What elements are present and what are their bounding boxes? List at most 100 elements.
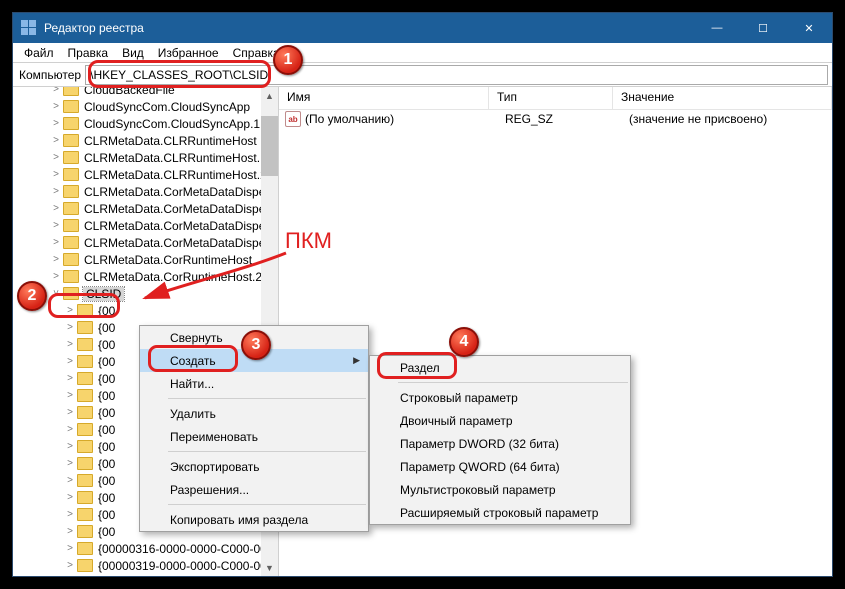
- tree-item[interactable]: >CloudSyncCom.CloudSyncApp: [13, 98, 278, 115]
- context-submenu-new: Раздел Строковый параметрДвоичный парамет…: [369, 355, 631, 525]
- expand-icon[interactable]: >: [63, 305, 77, 316]
- menubar: Файл Правка Вид Избранное Справка: [13, 43, 832, 63]
- col-value[interactable]: Значение: [613, 87, 832, 109]
- tree-item[interactable]: > CLRMetaData.CorRuntimeHost.2: [13, 268, 278, 285]
- menu-item[interactable]: Переименовать: [140, 425, 368, 448]
- value-type: REG_SZ: [505, 112, 629, 126]
- scroll-thumb[interactable]: [261, 116, 278, 176]
- tree-item[interactable]: >CloudBackedFile: [13, 87, 278, 98]
- expand-icon[interactable]: >: [63, 458, 77, 469]
- folder-icon: [77, 508, 93, 521]
- expand-icon[interactable]: >: [49, 118, 63, 129]
- menu-item[interactable]: Параметр DWORD (32 бита): [370, 432, 630, 455]
- expand-icon[interactable]: >: [63, 526, 77, 537]
- menu-item[interactable]: Удалить: [140, 402, 368, 425]
- tree-item[interactable]: >{00000319-0000-0000-C000-00: [13, 557, 278, 574]
- expand-icon[interactable]: >: [49, 254, 63, 265]
- tree-item-label: CLRMetaData.CorRuntimeHost.2: [83, 270, 263, 284]
- tree-item-label: CLRMetaData.CorMetaDataDispe: [83, 236, 266, 250]
- expand-icon[interactable]: >: [49, 203, 63, 214]
- menu-item[interactable]: Строковый параметр: [370, 386, 630, 409]
- list-row[interactable]: ab (По умолчанию) REG_SZ (значение не пр…: [279, 110, 832, 128]
- minimize-button[interactable]: —: [694, 13, 740, 43]
- menu-item[interactable]: Параметр QWORD (64 бита): [370, 455, 630, 478]
- menu-separator: [168, 504, 366, 505]
- folder-icon: [63, 117, 79, 130]
- expand-icon[interactable]: >: [63, 407, 77, 418]
- menu-item[interactable]: Мультистроковый параметр: [370, 478, 630, 501]
- expand-icon[interactable]: >: [49, 135, 63, 146]
- tree-item[interactable]: >CLRMetaData.CLRRuntimeHost.2: [13, 166, 278, 183]
- callout-2: 2: [17, 281, 47, 311]
- menu-file[interactable]: Файл: [17, 44, 61, 62]
- expand-icon[interactable]: >: [63, 390, 77, 401]
- tree-item-label: {00: [97, 355, 116, 369]
- menu-item[interactable]: Экспортировать: [140, 455, 368, 478]
- tree-item[interactable]: ˅ CLSID: [13, 285, 278, 302]
- tree-item[interactable]: >CLRMetaData.CLRRuntimeHost: [13, 132, 278, 149]
- col-type[interactable]: Тип: [489, 87, 613, 109]
- expand-icon[interactable]: >: [63, 339, 77, 350]
- folder-icon: [77, 525, 93, 538]
- tree-item-label: CLRMetaData.CorRuntimeHost: [83, 253, 253, 267]
- expand-icon[interactable]: >: [63, 373, 77, 384]
- tree-item-label: {00: [97, 508, 116, 522]
- folder-icon: [77, 321, 93, 334]
- tree-item[interactable]: >CLRMetaData.CLRRuntimeHost.1: [13, 149, 278, 166]
- menu-item[interactable]: Расширяемый строковый параметр: [370, 501, 630, 524]
- tree-item[interactable]: > CLRMetaData.CorMetaDataDispe: [13, 217, 278, 234]
- scroll-up-icon[interactable]: ▲: [261, 87, 278, 104]
- folder-icon: [63, 236, 79, 249]
- titlebar: Редактор реестра — ☐ ✕: [13, 13, 832, 43]
- tree-item[interactable]: >{00: [13, 302, 278, 319]
- tree-item[interactable]: >CLRMetaData.CorMetaDataDispe: [13, 200, 278, 217]
- tree-item[interactable]: >{00000316-0000-0000-C000-00: [13, 540, 278, 557]
- string-value-icon: ab: [285, 111, 301, 127]
- expand-icon[interactable]: >: [63, 424, 77, 435]
- maximize-button[interactable]: ☐: [740, 13, 786, 43]
- scroll-down-icon[interactable]: ▼: [261, 559, 278, 576]
- expand-icon[interactable]: >: [49, 271, 63, 282]
- expand-icon[interactable]: >: [63, 356, 77, 367]
- expand-icon[interactable]: >: [49, 101, 63, 112]
- tree-item[interactable]: >CLRMetaData.CorMetaDataDispe: [13, 183, 278, 200]
- tree-item[interactable]: > CLRMetaData.CorMetaDataDispe: [13, 234, 278, 251]
- menu-item[interactable]: Раздел: [370, 356, 630, 379]
- folder-icon: [77, 457, 93, 470]
- expand-icon[interactable]: >: [63, 322, 77, 333]
- menu-item[interactable]: Двоичный параметр: [370, 409, 630, 432]
- col-name[interactable]: Имя: [279, 87, 489, 109]
- expand-icon[interactable]: >: [63, 509, 77, 520]
- folder-icon: [63, 219, 79, 232]
- menu-item[interactable]: Найти...: [140, 372, 368, 395]
- expand-icon[interactable]: >: [49, 169, 63, 180]
- callout-4: 4: [449, 327, 479, 357]
- close-button[interactable]: ✕: [786, 13, 832, 43]
- folder-icon: [63, 185, 79, 198]
- menu-item[interactable]: Разрешения...: [140, 478, 368, 501]
- menu-item[interactable]: Копировать имя раздела: [140, 508, 368, 531]
- tree-item[interactable]: > CLRMetaData.CorRuntimeHost: [13, 251, 278, 268]
- expand-icon[interactable]: >: [49, 186, 63, 197]
- menu-view[interactable]: Вид: [115, 44, 151, 62]
- expand-icon[interactable]: >: [63, 543, 77, 554]
- expand-icon[interactable]: >: [63, 492, 77, 503]
- expand-icon[interactable]: >: [63, 475, 77, 486]
- menu-fav[interactable]: Избранное: [151, 44, 226, 62]
- expand-icon[interactable]: >: [49, 237, 63, 248]
- menu-separator: [398, 382, 628, 383]
- tree-item-label: CLRMetaData.CorMetaDataDispe: [83, 219, 266, 233]
- expand-icon[interactable]: >: [63, 441, 77, 452]
- expand-icon[interactable]: >: [63, 560, 77, 571]
- tree-item-label: CLSID: [83, 287, 124, 301]
- expand-icon[interactable]: >: [49, 152, 63, 163]
- expand-icon[interactable]: ˅: [49, 288, 63, 299]
- folder-icon: [63, 151, 79, 164]
- value-data: (значение не присвоено): [629, 112, 832, 126]
- menu-separator: [168, 451, 366, 452]
- address-input[interactable]: \HKEY_CLASSES_ROOT\CLSID: [85, 65, 828, 85]
- expand-icon[interactable]: >: [49, 87, 63, 95]
- expand-icon[interactable]: >: [49, 220, 63, 231]
- tree-item[interactable]: >CloudSyncCom.CloudSyncApp.1: [13, 115, 278, 132]
- menu-edit[interactable]: Правка: [61, 44, 116, 62]
